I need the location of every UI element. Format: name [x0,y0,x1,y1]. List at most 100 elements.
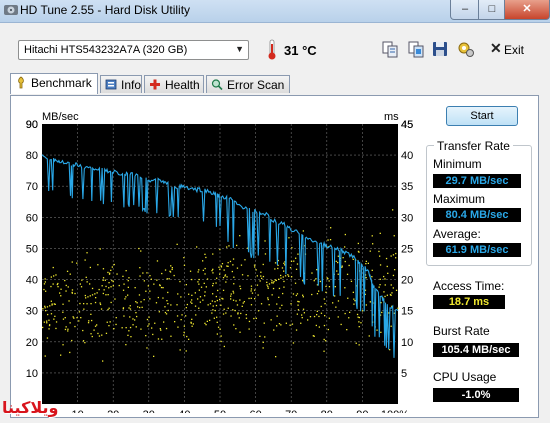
y-right-tick-label: 25 [401,243,413,255]
y-left-tick-label: 40 [26,275,38,287]
access-time-point [176,304,178,306]
access-time-point [72,316,74,318]
access-time-point [189,270,192,272]
access-time-point [185,315,187,317]
access-time-point [301,314,303,316]
access-time-point [272,282,274,284]
access-time-point [360,322,362,324]
access-time-point [325,291,327,293]
start-button[interactable]: Start [446,106,518,126]
access-time-point [291,276,293,278]
maximize-button[interactable]: □ [478,0,506,20]
access-time-point [127,286,129,288]
access-time-point [383,291,385,293]
access-time-point [137,306,139,308]
access-time-point [307,319,309,321]
access-time-point [97,332,99,335]
access-time-point [64,317,66,319]
save-icon[interactable] [430,39,450,59]
access-time-point [44,281,46,283]
access-time-point [221,263,224,265]
access-time-point [276,303,278,305]
tab-benchmark[interactable]: Benchmark [10,73,98,94]
options-icon[interactable] [456,39,476,59]
access-time-point [48,319,50,321]
access-time-point [56,283,58,286]
access-time-point [132,324,134,326]
tab-info[interactable]: Info [100,75,142,93]
window: HD Tune 2.55 - Hard Disk Utility – □ ✕ H… [0,0,550,423]
maximum-label: Maximum [433,192,486,206]
access-time-point [46,322,48,324]
access-time-point [236,267,239,269]
access-time-point [51,304,53,306]
access-time-point [274,262,277,264]
tab-health[interactable]: Health [144,75,204,93]
exit-button[interactable]: ✕ Exit [488,40,530,60]
copy-screenshot-icon[interactable] [406,39,426,59]
access-time-point [264,240,266,242]
access-time-point [215,295,217,298]
access-time-point [245,317,248,319]
access-time-point [371,269,373,271]
x-tick-label: 90 [356,409,368,413]
access-time-point [145,290,147,292]
access-time-point [285,322,287,324]
access-time-point [244,259,246,261]
access-time-point [283,270,285,272]
drive-select[interactable]: Hitachi HTS543232A7A (320 GB) ▼ [18,40,249,60]
access-time-point [98,288,100,291]
access-time-point [344,287,346,289]
access-time-point [290,303,292,305]
access-time-point [264,253,267,255]
access-time-point [66,270,69,272]
access-time-point [44,305,46,307]
access-time-point [139,306,141,309]
access-time-point [357,316,359,318]
access-time-point [222,277,225,279]
access-time-point [111,279,113,282]
access-time-point [220,304,222,306]
access-time-point [240,312,242,315]
close-button[interactable]: ✕ [504,0,550,20]
access-time-point [108,287,110,289]
access-time-point [274,268,276,270]
access-time-point [161,338,163,340]
access-time-point [261,277,263,279]
title-bar[interactable]: HD Tune 2.55 - Hard Disk Utility – □ ✕ [0,0,550,23]
copy-text-icon[interactable] [380,39,400,59]
access-time-point [80,286,83,288]
access-time-point [220,265,222,267]
access-time-point [53,318,55,320]
access-time-point [232,264,234,266]
access-time-point [50,300,52,302]
access-time-point [143,299,145,301]
access-time-point [220,335,222,337]
access-time-point [266,281,268,283]
access-time-point [125,344,127,346]
access-time-point [325,285,327,288]
access-time-point [74,292,76,295]
access-time-point [227,265,229,267]
access-time-point [276,325,278,327]
access-time-point [239,235,241,237]
tab-error-scan[interactable]: Error Scan [206,75,290,93]
access-time-point [297,300,299,303]
access-time-point [278,296,280,298]
access-time-point [44,278,46,280]
access-time-point [185,284,187,286]
access-time-point [219,268,221,271]
access-time-point [190,322,192,324]
access-time-point [107,308,109,311]
access-time-point [67,286,69,288]
access-time-point [162,297,164,299]
access-time-point [257,310,260,312]
minimize-button[interactable]: – [450,0,480,20]
access-time-point [390,294,392,296]
access-time-point [281,304,283,306]
access-time-point [274,279,277,281]
access-time-point [212,285,214,287]
access-time-point [337,316,339,318]
access-time-point [129,305,131,307]
access-time-point [46,306,49,308]
